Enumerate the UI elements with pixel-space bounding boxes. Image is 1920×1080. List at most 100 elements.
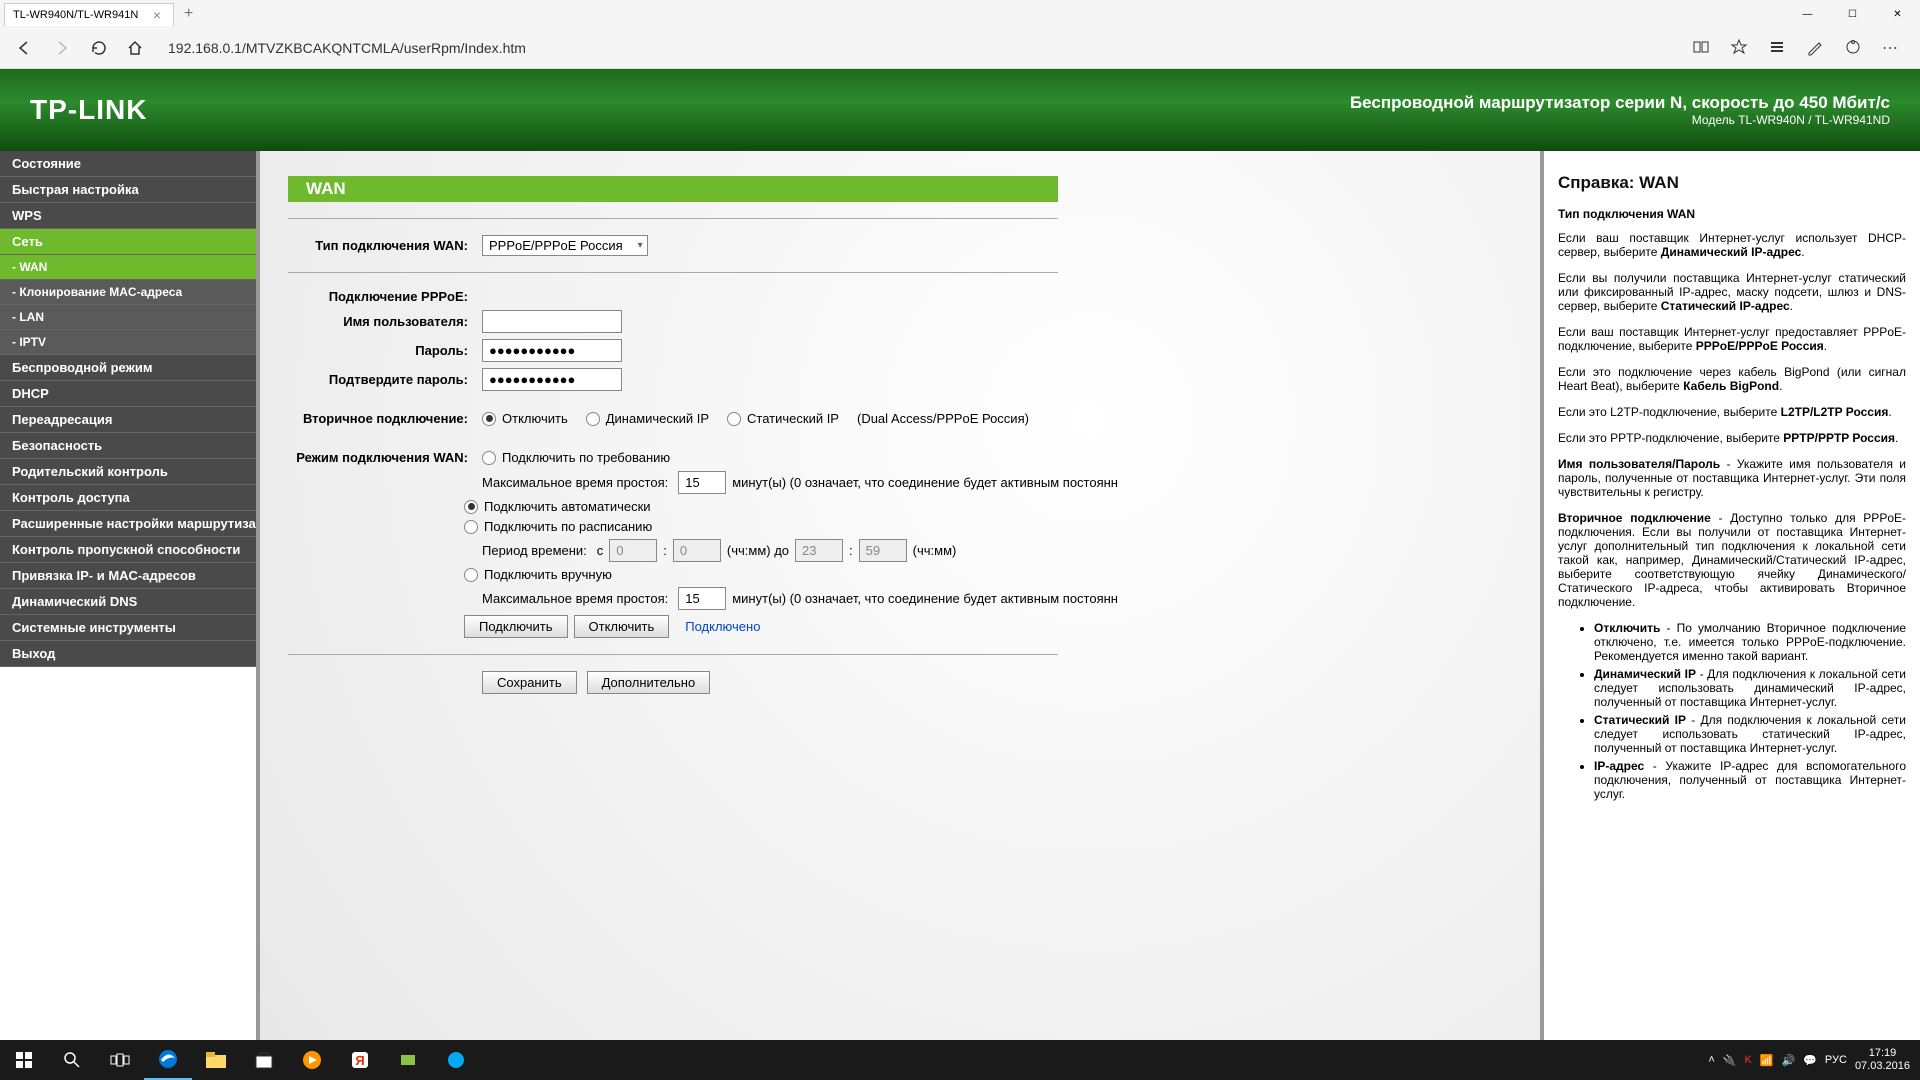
taskview-icon[interactable] xyxy=(96,1040,144,1080)
idle-input-1[interactable] xyxy=(678,471,726,494)
sidebar-item[interactable]: Выход xyxy=(0,641,256,667)
sidebar-item[interactable]: Динамический DNS xyxy=(0,589,256,615)
sidebar-item[interactable]: Безопасность xyxy=(0,433,256,459)
tray-clock[interactable]: 17:19 07.03.2016 xyxy=(1855,1047,1910,1073)
mode-auto-radio[interactable]: Подключить автоматически xyxy=(464,499,651,514)
hub-icon[interactable] xyxy=(1768,38,1786,58)
username-input[interactable] xyxy=(482,310,622,333)
maximize-icon[interactable]: ☐ xyxy=(1830,0,1875,28)
connect-button[interactable]: Подключить xyxy=(464,615,568,638)
period-from-h[interactable] xyxy=(609,539,657,562)
conn-type-label: Тип подключения WAN: xyxy=(288,238,468,253)
sec-disable-radio[interactable]: Отключить xyxy=(482,411,568,426)
edge-icon[interactable] xyxy=(144,1040,192,1080)
mode-schedule-radio[interactable]: Подключить по расписанию xyxy=(464,519,652,534)
yandex-icon[interactable]: Я xyxy=(336,1040,384,1080)
tab-title: TL-WR940N/TL-WR941N xyxy=(13,9,138,21)
forward-icon[interactable] xyxy=(52,38,72,58)
page-title: WAN xyxy=(288,176,1058,202)
taskbar: Я ˄ 🔌 K 📶 🔊 💬 РУС 17:19 07.03.2016 xyxy=(0,1040,1920,1080)
sidebar-item[interactable]: Системные инструменты xyxy=(0,615,256,641)
idle-label-2: Максимальное время простоя: xyxy=(482,591,668,606)
secondary-label: Вторичное подключение: xyxy=(288,411,468,426)
sidebar-item[interactable]: Состояние xyxy=(0,151,256,177)
svg-text:Я: Я xyxy=(355,1053,364,1068)
share-icon[interactable] xyxy=(1844,38,1862,58)
back-icon[interactable] xyxy=(14,38,34,58)
mode-ondemand-radio[interactable]: Подключить по требованию xyxy=(482,450,670,465)
sidebar-sub-item[interactable]: - WAN xyxy=(0,255,256,280)
header-desc: Беспроводной маршрутизатор серии N, скор… xyxy=(1350,93,1890,113)
explorer-icon[interactable] xyxy=(192,1040,240,1080)
sidebar-item[interactable]: Расширенные настройки маршрутизации xyxy=(0,511,256,537)
help-title: Справка: WAN xyxy=(1558,173,1906,193)
start-button[interactable] xyxy=(0,1040,48,1080)
url-bar[interactable]: 192.168.0.1/MTVZKBCAKQNTCMLA/userRpm/Ind… xyxy=(162,40,1674,56)
idle-hint-2: минут(ы) (0 означает, что соединение буд… xyxy=(732,591,1118,606)
idle-label-1: Максимальное время простоя: xyxy=(482,475,668,490)
search-icon[interactable] xyxy=(48,1040,96,1080)
help-subtitle: Тип подключения WAN xyxy=(1558,207,1906,221)
sec-statip-radio[interactable]: Статический IP xyxy=(727,411,839,426)
app-icon-2[interactable] xyxy=(432,1040,480,1080)
idle-hint-1: минут(ы) (0 означает, что соединение буд… xyxy=(732,475,1118,490)
chevron-down-icon: ▾ xyxy=(638,240,643,251)
sidebar-item[interactable]: Переадресация xyxy=(0,407,256,433)
save-button[interactable]: Сохранить xyxy=(482,671,577,694)
refresh-icon[interactable] xyxy=(90,39,108,57)
sidebar-item[interactable]: WPS xyxy=(0,203,256,229)
sidebar-item[interactable]: Беспроводной режим xyxy=(0,355,256,381)
disconnect-button[interactable]: Отключить xyxy=(574,615,670,638)
browser-tab[interactable]: TL-WR940N/TL-WR941N × xyxy=(4,3,174,26)
store-icon[interactable] xyxy=(240,1040,288,1080)
help-panel: Справка: WAN Тип подключения WAN Если ва… xyxy=(1540,151,1920,1045)
connection-status: Подключено xyxy=(685,619,760,634)
close-tab-icon[interactable]: × xyxy=(149,7,165,23)
sidebar-item[interactable]: Быстрая настройка xyxy=(0,177,256,203)
username-label: Имя пользователя: xyxy=(288,314,468,329)
favorite-icon[interactable] xyxy=(1730,38,1748,58)
pppoe-section-label: Подключение PPPoE: xyxy=(288,289,468,304)
tray-notify-icon[interactable]: 💬 xyxy=(1803,1054,1817,1067)
reading-view-icon[interactable] xyxy=(1692,38,1710,58)
webnote-icon[interactable] xyxy=(1806,38,1824,58)
header-model: Модель TL-WR940N / TL-WR941ND xyxy=(1350,113,1890,127)
password-input[interactable] xyxy=(482,339,622,362)
close-window-icon[interactable]: ✕ xyxy=(1875,0,1920,28)
period-from-m[interactable] xyxy=(673,539,721,562)
app-icon-1[interactable] xyxy=(384,1040,432,1080)
tray-av-icon[interactable]: K xyxy=(1744,1054,1751,1066)
tray-volume-icon[interactable]: 🔊 xyxy=(1782,1054,1796,1067)
period-to-m[interactable] xyxy=(859,539,907,562)
conn-type-select[interactable]: PPPoE/PPPoE Россия ▾ xyxy=(482,235,648,256)
sidebar-item[interactable]: Привязка IP- и MAC-адресов xyxy=(0,563,256,589)
media-icon[interactable] xyxy=(288,1040,336,1080)
mode-label: Режим подключения WAN: xyxy=(288,450,468,465)
mode-manual-radio[interactable]: Подключить вручную xyxy=(464,567,612,582)
router-header: TP-LINK Беспроводной маршрутизатор серии… xyxy=(0,69,1920,151)
period-label: Период времени: xyxy=(482,543,587,558)
sidebar-item[interactable]: Контроль доступа xyxy=(0,485,256,511)
sidebar-item[interactable]: Родительский контроль xyxy=(0,459,256,485)
sidebar-item[interactable]: Контроль пропускной способности xyxy=(0,537,256,563)
new-tab-button[interactable]: + xyxy=(174,1,203,27)
more-icon[interactable]: ⋯ xyxy=(1882,38,1898,58)
confirm-input[interactable] xyxy=(482,368,622,391)
home-icon[interactable] xyxy=(126,39,144,57)
sidebar-item[interactable]: DHCP xyxy=(0,381,256,407)
sidebar-item[interactable]: Сеть xyxy=(0,229,256,255)
tray-up-icon[interactable]: ˄ xyxy=(1708,1054,1714,1066)
advanced-button[interactable]: Дополнительно xyxy=(587,671,711,694)
tray-network-icon[interactable]: 📶 xyxy=(1760,1054,1774,1067)
sidebar-sub-item[interactable]: - LAN xyxy=(0,305,256,330)
sidebar-sub-item[interactable]: - IPTV xyxy=(0,330,256,355)
minimize-icon[interactable]: — xyxy=(1785,0,1830,28)
idle-input-2[interactable] xyxy=(678,587,726,610)
sec-dynip-radio[interactable]: Динамический IP xyxy=(586,411,709,426)
tray-lang[interactable]: РУС xyxy=(1825,1054,1847,1066)
tray-power-icon[interactable]: 🔌 xyxy=(1723,1054,1737,1067)
period-to-h[interactable] xyxy=(795,539,843,562)
password-label: Пароль: xyxy=(288,343,468,358)
sidebar-sub-item[interactable]: - Клонирование MAC-адреса xyxy=(0,280,256,305)
sec-hint: (Dual Access/PPPoE Россия) xyxy=(857,411,1029,426)
